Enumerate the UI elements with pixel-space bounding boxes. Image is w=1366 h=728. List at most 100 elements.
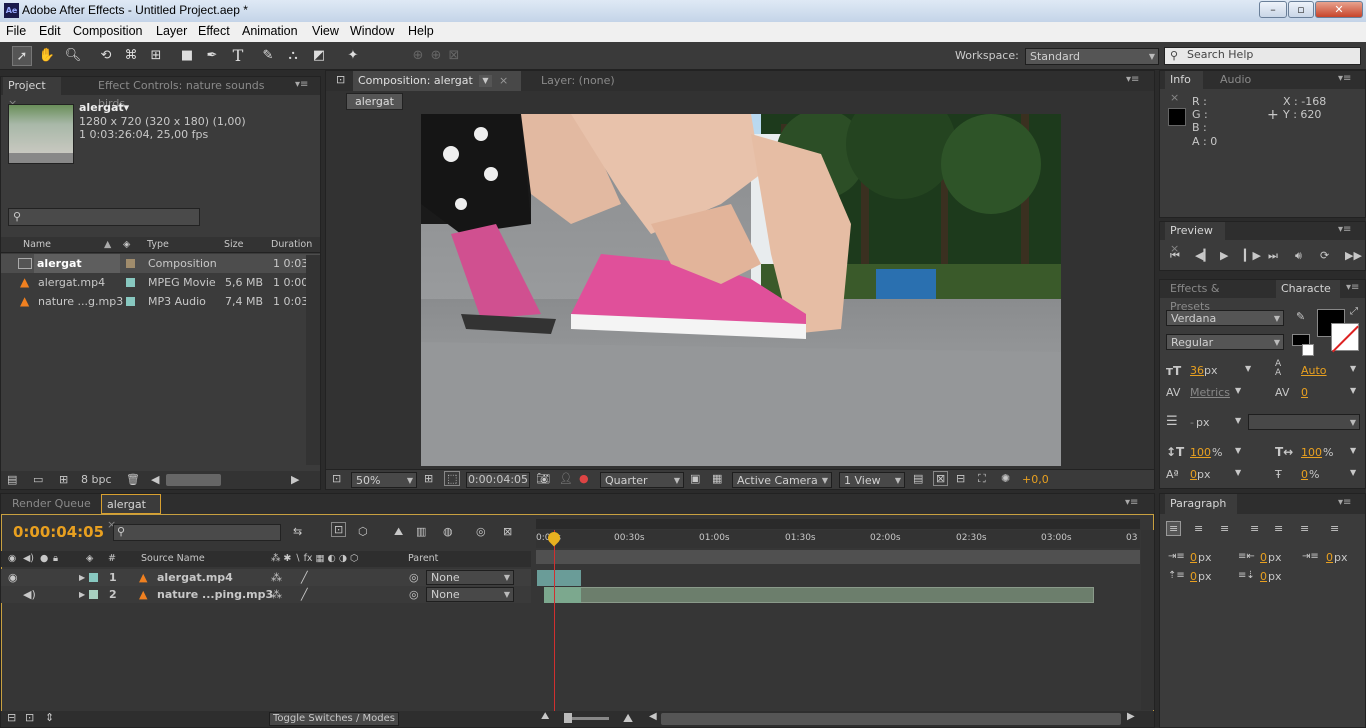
show-snapshot-icon[interactable]: 👤︎ xyxy=(559,472,573,485)
last-frame-icon[interactable]: ⏭ xyxy=(1268,249,1278,263)
tab-composition[interactable]: Composition: alergat xyxy=(353,71,521,91)
shy-switch-icon[interactable]: ⁂ xyxy=(271,569,282,586)
font-style-dropdown[interactable]: Regular ▼ xyxy=(1166,334,1284,350)
tab-timeline-alergat[interactable]: alergat × xyxy=(101,494,161,531)
white-color-swatch[interactable] xyxy=(1302,344,1314,356)
work-area-bar[interactable] xyxy=(536,519,1140,529)
justify-last-right-icon[interactable]: ≡ xyxy=(1300,522,1309,535)
shy-switch-icon[interactable]: ⁂ xyxy=(271,586,282,603)
draft-3d-icon[interactable]: ⊡ xyxy=(331,522,347,537)
loop-icon[interactable]: ⟳ xyxy=(1320,249,1329,262)
indent-left-value[interactable]: 0 xyxy=(1190,551,1197,564)
selected-item-name[interactable]: alergat▾ xyxy=(79,101,129,114)
expand-time-icon[interactable]: ⇕ xyxy=(45,711,54,724)
tab-render-queue[interactable]: Render Queue xyxy=(7,494,97,514)
exposure-value[interactable]: +0,0 xyxy=(1022,473,1049,486)
new-folder-icon[interactable]: ▭ xyxy=(33,471,43,489)
interpret-footage-icon[interactable]: ▤ xyxy=(7,471,17,489)
scroll-right-icon[interactable]: ▶ xyxy=(1127,711,1135,722)
pan-behind-icon[interactable]: ⊞ xyxy=(146,46,166,66)
tab-project[interactable]: Project × xyxy=(3,77,61,110)
menu-effect[interactable]: Effect xyxy=(198,24,230,38)
flowchart-icon[interactable]: ⛶ xyxy=(978,472,986,486)
timeline-search-input[interactable] xyxy=(113,524,281,541)
leading-value[interactable]: Auto xyxy=(1301,364,1327,377)
camera-orbit-icon[interactable]: ⌘ xyxy=(121,46,141,66)
exposure-reset-icon[interactable]: ✺ xyxy=(1001,472,1010,485)
tab-layer[interactable]: Layer: (none) xyxy=(536,71,646,91)
quality-switch-icon[interactable]: ╱ xyxy=(301,586,308,603)
expand-arrow-icon[interactable]: ▶ xyxy=(79,569,85,586)
speaker-icon[interactable]: ◀) xyxy=(23,586,36,603)
scroll-left-icon[interactable]: ◀ xyxy=(649,711,657,722)
channels-icon[interactable]: ● xyxy=(579,472,589,485)
composition-viewer[interactable] xyxy=(421,114,1061,466)
menu-animation[interactable]: Animation xyxy=(242,24,298,38)
vertical-scale-value[interactable]: 100 xyxy=(1190,446,1211,459)
comp-mini-flowchart-icon[interactable]: ⇆ xyxy=(293,525,302,538)
motion-blur-icon[interactable]: ▥ xyxy=(416,525,426,538)
hand-tool-icon[interactable]: ✋ xyxy=(37,46,57,66)
stroke-style-dropdown[interactable]: ▼ xyxy=(1248,414,1360,430)
close-tab-icon[interactable]: × xyxy=(499,74,508,87)
close-button[interactable]: ✕ xyxy=(1315,1,1363,18)
expand-modes-icon[interactable]: ⊡ xyxy=(25,711,34,724)
view-layout-dropdown[interactable]: 1 View ▼ xyxy=(839,472,905,488)
label-tag-icon[interactable]: ◈ xyxy=(123,237,130,252)
list-item[interactable]: ▲ alergat.mp4 MPEG Movie 5,6 MB 1 0:00 xyxy=(1,273,320,292)
align-right-icon[interactable]: ≡ xyxy=(1220,522,1229,535)
kerning-value[interactable]: Metrics xyxy=(1190,386,1230,399)
expand-layer-switches-icon[interactable]: ⊟ xyxy=(7,711,16,724)
maximize-button[interactable]: ▫ xyxy=(1288,1,1314,18)
graph-editor-icon[interactable]: ◎ xyxy=(476,525,486,538)
swap-colors-icon[interactable]: ⤢ xyxy=(1350,306,1358,317)
tracking-value[interactable]: 0 xyxy=(1301,386,1308,399)
axis-view-icon[interactable]: ⊠ xyxy=(444,46,464,66)
stroke-width-value[interactable]: - xyxy=(1190,416,1194,429)
tab-character[interactable]: Characte xyxy=(1276,280,1340,298)
parent-dropdown[interactable]: None ▼ xyxy=(426,570,514,585)
space-after-value[interactable]: 0 xyxy=(1260,570,1267,583)
always-preview-icon[interactable]: ⊡ xyxy=(332,472,341,485)
menu-edit[interactable]: Edit xyxy=(39,24,61,38)
workspace-dropdown[interactable]: Standard ▼ xyxy=(1025,48,1159,65)
panel-menu-icon[interactable]: ▾≡ xyxy=(1126,74,1139,85)
justify-last-left-icon[interactable]: ≡ xyxy=(1250,522,1259,535)
first-frame-icon[interactable]: ⏮ xyxy=(1170,249,1180,263)
horizontal-scale-value[interactable]: 100 xyxy=(1301,446,1322,459)
play-icon[interactable]: ▶ xyxy=(1220,249,1228,262)
brush-tool-icon[interactable]: ✎ xyxy=(258,46,278,66)
label-color-swatch[interactable] xyxy=(126,259,135,268)
selection-tool-icon[interactable]: ➚ xyxy=(12,46,32,66)
rotation-tool-icon[interactable]: ⟲ xyxy=(96,46,116,66)
column-duration[interactable]: Duration xyxy=(271,237,312,252)
toggle-switches-modes-button[interactable]: Toggle Switches / Modes xyxy=(269,712,399,726)
work-area-range[interactable] xyxy=(536,550,1140,564)
expand-arrow-icon[interactable]: ▶ xyxy=(79,586,85,603)
panel-menu-icon[interactable]: ▾≡ xyxy=(1125,497,1138,508)
column-type[interactable]: Type xyxy=(147,237,169,252)
zoom-slider-thumb[interactable] xyxy=(564,713,572,723)
project-search-input[interactable] xyxy=(8,208,200,226)
search-help-input[interactable]: Search Help xyxy=(1164,47,1361,65)
pickwhip-icon[interactable]: ◎ xyxy=(409,569,419,586)
frame-blending-icon[interactable]: ⛰ xyxy=(394,525,403,539)
puppet-pin-icon[interactable]: ✦ xyxy=(343,46,363,66)
chevron-down-icon[interactable]: ▼ xyxy=(1350,446,1356,455)
layer-row[interactable]: ◉ ▶ 1 ▲ alergat.mp4 ⁂ ╱ ◎ None ▼ xyxy=(1,569,531,586)
first-line-indent-value[interactable]: 0 xyxy=(1326,551,1333,564)
zoom-tool-icon[interactable]: 🔍︎ xyxy=(63,46,83,66)
tab-effects-presets[interactable]: Effects & Presets xyxy=(1165,280,1265,313)
layer-bar-nature-audio[interactable] xyxy=(544,587,1094,603)
stroke-color-swatch[interactable] xyxy=(1331,323,1359,353)
lock-icon[interactable]: ⊡ xyxy=(336,73,345,86)
column-size[interactable]: Size xyxy=(224,237,244,252)
title-action-safe-icon[interactable]: ⊞ xyxy=(424,472,433,485)
trash-icon[interactable]: 🗑︎ xyxy=(126,471,140,489)
axis-world-icon[interactable]: ⊕ xyxy=(426,46,446,66)
chevron-down-icon[interactable]: ▼ xyxy=(1245,364,1251,373)
project-vertical-scrollbar[interactable] xyxy=(306,255,320,465)
tab-preview[interactable]: Preview × xyxy=(1165,222,1225,255)
timeline-horizontal-scrollbar[interactable] xyxy=(661,713,1121,725)
chevron-down-icon[interactable]: ▼ xyxy=(1350,468,1356,477)
